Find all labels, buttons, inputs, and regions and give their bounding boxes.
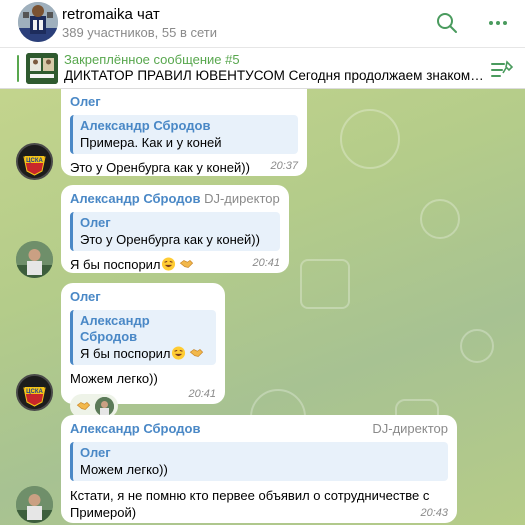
pinned-thumbnail	[26, 53, 58, 84]
message-sender[interactable]: Олег	[70, 289, 216, 305]
message-sender[interactable]: Олег	[70, 94, 298, 110]
chat-avatar[interactable]	[18, 2, 58, 42]
message-bubble[interactable]: Олег Александр Сбродов Примера. Как и у …	[61, 89, 307, 176]
quote-text: Можем легко))	[80, 462, 168, 477]
reply-quote[interactable]: Олег Это у Оренбурга как у коней))	[70, 212, 280, 251]
quote-author: Александр Сбродов	[80, 118, 211, 133]
message-text: Кстати, я не помню кто первее объявил о …	[70, 488, 430, 503]
svg-text:ЦСКА: ЦСКА	[26, 158, 43, 164]
message-bubble[interactable]: Александр Сбродов DJ-директор Олег Можем…	[61, 415, 457, 523]
message-time: 20:41	[252, 257, 280, 269]
handshake-emoji-icon	[179, 260, 194, 268]
reply-quote[interactable]: Александр Сбродов Примера. Как и у коней	[70, 115, 298, 154]
reply-quote[interactable]: Олег Можем легко))	[70, 442, 448, 481]
message-text-block: Кстати, я не помню кто первее объявил о …	[70, 487, 448, 521]
message-sender[interactable]: Александр Сбродов	[70, 191, 200, 206]
avatar[interactable]	[16, 241, 53, 278]
reply-quote[interactable]: Александр Сбродов Я бы поспорил	[70, 310, 216, 365]
sender-role: DJ-директор	[204, 191, 280, 206]
pinned-text: ДИКТАТОР ПРАВИЛ ЮВЕНТУСОМ Сегодня продол…	[64, 68, 484, 83]
sender-line: Александр Сбродов DJ-директор	[70, 421, 448, 437]
handshake-emoji-icon	[76, 402, 91, 410]
chat-area[interactable]: ЦСКА Олег Александр Сбродов Примера. Как…	[0, 89, 525, 525]
message-text: Примерой)	[70, 505, 137, 520]
message-bubble[interactable]: Олег Александр Сбродов Я бы поспорил Мож…	[61, 283, 225, 418]
message-text: Это у Оренбурга как у коней))	[70, 160, 250, 175]
quote-text-line: Я бы поспорил	[80, 345, 208, 362]
chat-members-count: 389 участников, 55 в сети	[62, 25, 217, 40]
message-bubble[interactable]: Александр Сбродов DJ-директор Олег Это у…	[61, 185, 289, 273]
sender-line: Александр Сбродов DJ-директор	[70, 191, 280, 207]
pinned-message-bar[interactable]: Закреплённое сообщение #5 ДИКТАТОР ПРАВИ…	[0, 47, 525, 89]
svg-text:ЦСКА: ЦСКА	[26, 389, 43, 395]
chat-header: retromaika чат 389 участников, 55 в сети	[0, 0, 525, 46]
sender-role: DJ-директор	[372, 421, 448, 436]
search-icon[interactable]	[436, 12, 458, 34]
background-doodle	[300, 259, 350, 309]
quote-text: Примера. Как и у коней	[80, 135, 222, 150]
laughing-emoji-icon	[161, 257, 175, 271]
quote-text: Я бы поспорил	[80, 346, 171, 361]
pinned-list-icon[interactable]	[490, 58, 514, 80]
quote-author: Олег	[80, 445, 111, 460]
message-text: Я бы поспорил	[70, 257, 161, 272]
avatar[interactable]: ЦСКА	[16, 374, 53, 411]
message-sender[interactable]: Александр Сбродов	[70, 421, 200, 436]
message-time: 20:37	[270, 160, 298, 172]
message-time: 20:41	[188, 388, 216, 400]
background-doodle	[460, 329, 494, 363]
quote-text: Это у Оренбурга как у коней))	[80, 232, 260, 247]
background-doodle	[420, 199, 460, 239]
background-doodle	[340, 109, 400, 169]
laughing-emoji-icon	[171, 346, 185, 360]
avatar[interactable]	[16, 486, 53, 523]
quote-author: Александр Сбродов	[80, 313, 150, 344]
message-text-line: Я бы поспорил	[70, 256, 280, 274]
pinned-indicator	[17, 55, 19, 82]
avatar[interactable]: ЦСКА	[16, 143, 53, 180]
pinned-title: Закреплённое сообщение #5	[64, 52, 240, 67]
more-icon[interactable]	[487, 12, 509, 34]
message-time: 20:43	[420, 507, 448, 519]
reaction-avatar	[95, 396, 114, 416]
quote-author: Олег	[80, 215, 111, 230]
message-text: Можем легко))	[70, 371, 158, 386]
chat-title[interactable]: retromaika чат	[62, 6, 160, 23]
handshake-emoji-icon	[189, 349, 204, 357]
